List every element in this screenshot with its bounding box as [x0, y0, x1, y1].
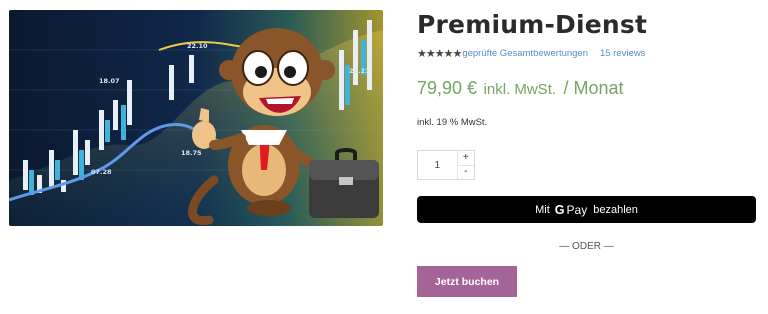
- monkey-trading-illustration: 18.07 22.10 25.21 18.75 07.28: [9, 10, 383, 226]
- verified-reviews-link[interactable]: geprüfte Gesamtbewertungen: [462, 47, 588, 61]
- ticker-label: 18.75: [181, 149, 202, 157]
- quantity-stepper: 1 + -: [417, 150, 475, 180]
- rating-row: ★★★★★ geprüfte Gesamtbewertungen 15 revi…: [417, 47, 645, 61]
- reviews-count-link[interactable]: 15 reviews: [600, 47, 645, 61]
- google-pay-button[interactable]: Mit G Pay bezahlen: [417, 196, 756, 223]
- ticker-label: 18.07: [99, 77, 120, 85]
- ticker-label: 22.10: [187, 42, 208, 50]
- briefcase-icon: [309, 148, 379, 218]
- or-divider: — ODER —: [559, 241, 614, 252]
- google-g-icon: G: [554, 202, 565, 217]
- quantity-buttons: + -: [456, 151, 474, 180]
- ticker-label: 07.28: [91, 168, 112, 176]
- gpay-brand: Pay: [566, 202, 588, 217]
- quantity-input[interactable]: 1: [418, 151, 457, 179]
- product-title: Premium-Dienst: [417, 10, 648, 39]
- product-image[interactable]: 18.07 22.10 25.21 18.75 07.28: [9, 10, 383, 226]
- ticker-label: 25.21: [349, 67, 370, 75]
- quantity-decrease-button[interactable]: -: [457, 164, 474, 180]
- price-period: / Monat: [563, 78, 624, 98]
- price: 79,90 € inkl. MwSt. / Monat: [417, 78, 624, 99]
- gpay-suffix: bezahlen: [593, 203, 638, 216]
- star-rating-icon: ★★★★★: [417, 48, 462, 60]
- gpay-prefix: Mit: [535, 203, 550, 216]
- quantity-increase-button[interactable]: +: [458, 151, 474, 165]
- price-amount: 79,90 €: [417, 78, 478, 98]
- book-now-button[interactable]: Jetzt buchen: [417, 266, 517, 297]
- google-pay-logo-icon: G Pay: [555, 203, 587, 217]
- tax-note: inkl. 19 % MwSt.: [417, 117, 488, 128]
- price-tax-suffix: inkl. MwSt.: [483, 81, 557, 98]
